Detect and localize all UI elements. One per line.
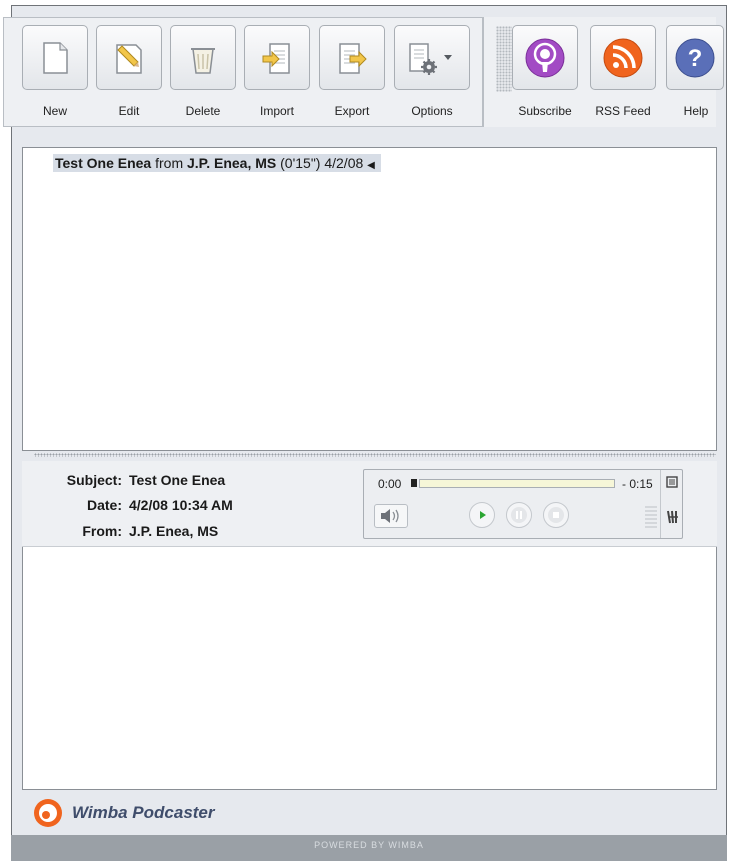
- export-label: Export: [334, 104, 370, 118]
- volume-button[interactable]: [374, 504, 408, 528]
- help-label: Help: [683, 104, 709, 118]
- play-button[interactable]: [469, 502, 495, 528]
- help-button[interactable]: ?: [666, 25, 724, 90]
- stop-icon: [548, 507, 564, 523]
- trash-icon: [191, 47, 215, 74]
- edit-label: Edit: [118, 104, 140, 118]
- edit-button[interactable]: [96, 25, 162, 90]
- progress-track[interactable]: [419, 479, 615, 488]
- message-list: Test One Enea from J.P. Enea, MS (0'15")…: [22, 147, 717, 451]
- from-label: From:: [82, 523, 122, 539]
- message-subject: Test One Enea: [55, 155, 152, 171]
- delete-label: Delete: [185, 104, 221, 118]
- footer: POWERED BY WIMBA: [11, 835, 727, 861]
- chevron-down-icon: [444, 54, 452, 60]
- import-label: Import: [259, 104, 294, 118]
- export-button[interactable]: [319, 25, 385, 90]
- options-icon: [409, 42, 452, 75]
- pane-splitter[interactable]: [34, 453, 716, 457]
- subscribe-button[interactable]: [512, 25, 578, 90]
- new-icon: [43, 41, 68, 74]
- list-item[interactable]: Test One Enea from J.P. Enea, MS (0'15")…: [53, 154, 381, 172]
- grip-icon[interactable]: [666, 508, 680, 526]
- stop-button[interactable]: [543, 502, 569, 528]
- remaining-time: - 0:15: [622, 477, 653, 491]
- options-button[interactable]: [394, 25, 470, 90]
- subject-label: Subject:: [66, 472, 122, 488]
- list-icon[interactable]: [666, 476, 678, 488]
- wimba-logo-icon: [34, 799, 62, 827]
- edit-icon: [116, 43, 142, 74]
- rss-icon: [603, 38, 643, 77]
- svg-text:?: ?: [688, 45, 703, 72]
- volume-icon: [381, 509, 399, 523]
- brand-name: Wimba Podcaster: [72, 803, 215, 822]
- message-date: 4/2/08: [324, 155, 364, 171]
- rss-feed-button[interactable]: [590, 25, 656, 90]
- date-label: Date:: [86, 497, 122, 513]
- play-icon: [480, 511, 486, 519]
- subject-value: Test One Enea: [129, 472, 226, 488]
- import-button[interactable]: [244, 25, 310, 90]
- player-divider: [660, 470, 661, 538]
- elapsed-time: 0:00: [378, 477, 402, 491]
- rss-feed-label: RSS Feed: [595, 104, 651, 118]
- toolbar-grip: [496, 26, 512, 92]
- level-meter-icon: [645, 506, 657, 528]
- new-button[interactable]: [22, 25, 88, 90]
- message-body: [22, 547, 717, 790]
- date-value: 4/2/08 10:34 AM: [129, 497, 233, 513]
- podcast-icon: [525, 38, 565, 77]
- speaker-icon: ◀: [367, 160, 375, 171]
- pause-icon: [511, 507, 527, 523]
- export-icon: [339, 42, 367, 74]
- from-value: J.P. Enea, MS: [129, 523, 219, 539]
- subscribe-label: Subscribe: [518, 104, 572, 118]
- message-author: J.P. Enea, MS: [187, 155, 277, 171]
- new-label: New: [42, 104, 67, 118]
- audio-player: 0:00 - 0:15: [363, 469, 683, 539]
- message-from-word: from: [155, 155, 184, 171]
- pause-button[interactable]: [506, 502, 532, 528]
- playhead[interactable]: [411, 479, 417, 487]
- import-icon: [262, 42, 290, 74]
- message-duration: (0'15"): [280, 155, 321, 171]
- help-icon: ?: [675, 38, 715, 77]
- options-label: Options: [411, 104, 453, 118]
- delete-button[interactable]: [170, 25, 236, 90]
